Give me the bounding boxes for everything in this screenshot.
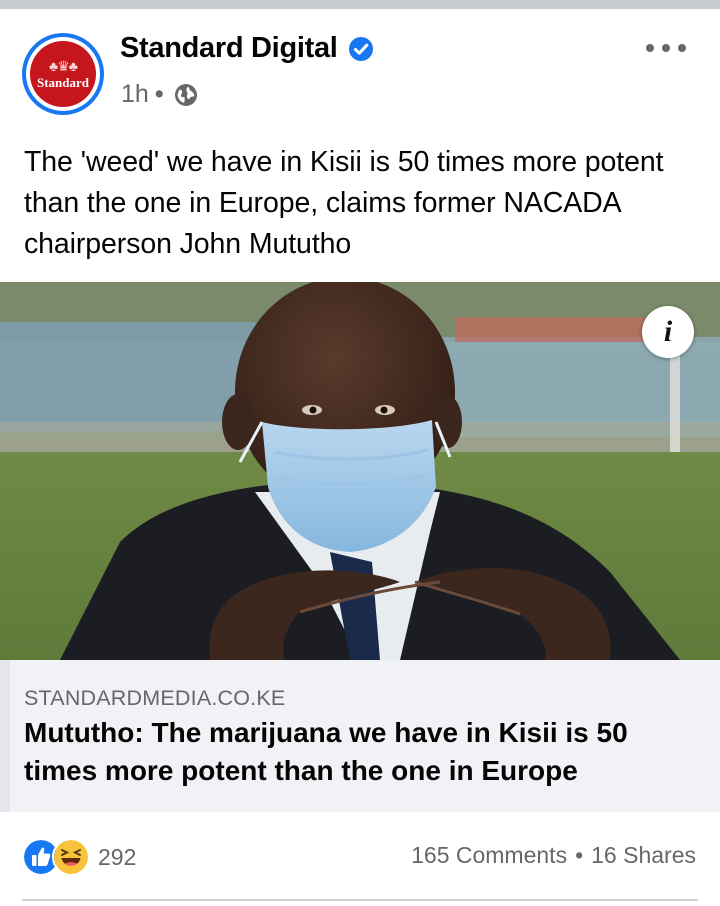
reaction-count: 292	[98, 843, 137, 870]
reaction-summary[interactable]: 292	[24, 838, 136, 876]
globe-icon[interactable]	[174, 83, 198, 107]
link-headline[interactable]: Mututho: The marijuana we have in Kisii …	[24, 714, 704, 790]
timestamp[interactable]: 1h	[121, 80, 149, 109]
stats-separator: •	[575, 842, 584, 868]
comments-count[interactable]: 165 Comments	[411, 842, 567, 869]
avatar-text: Standard	[36, 74, 90, 90]
post-photo[interactable]	[0, 282, 720, 660]
engagement-stats: 165 Comments • 16 Shares	[411, 842, 696, 869]
standard-logo: ♣♛♣ Standard	[30, 41, 96, 107]
haha-icon	[52, 838, 90, 876]
meta-separator: •	[154, 80, 164, 108]
shares-count[interactable]: 16 Shares	[591, 842, 696, 869]
page-avatar[interactable]: ♣♛♣ Standard	[22, 33, 104, 115]
link-domain: STANDARDMEDIA.CO.KE	[24, 686, 286, 710]
page-name[interactable]: Standard Digital	[120, 32, 338, 65]
photo-illustration	[0, 282, 720, 660]
crest-icon: ♣♛♣	[49, 57, 78, 74]
top-divider	[0, 0, 720, 9]
footer-divider	[22, 899, 698, 901]
more-options-icon[interactable]	[646, 36, 686, 60]
page-name-row: Standard Digital	[120, 32, 374, 65]
post-meta: 1h •	[121, 80, 198, 109]
info-icon[interactable]: i	[642, 306, 694, 358]
verified-badge-icon	[348, 36, 373, 61]
post-caption: The 'weed' we have in Kisii is 50 times …	[24, 146, 664, 260]
